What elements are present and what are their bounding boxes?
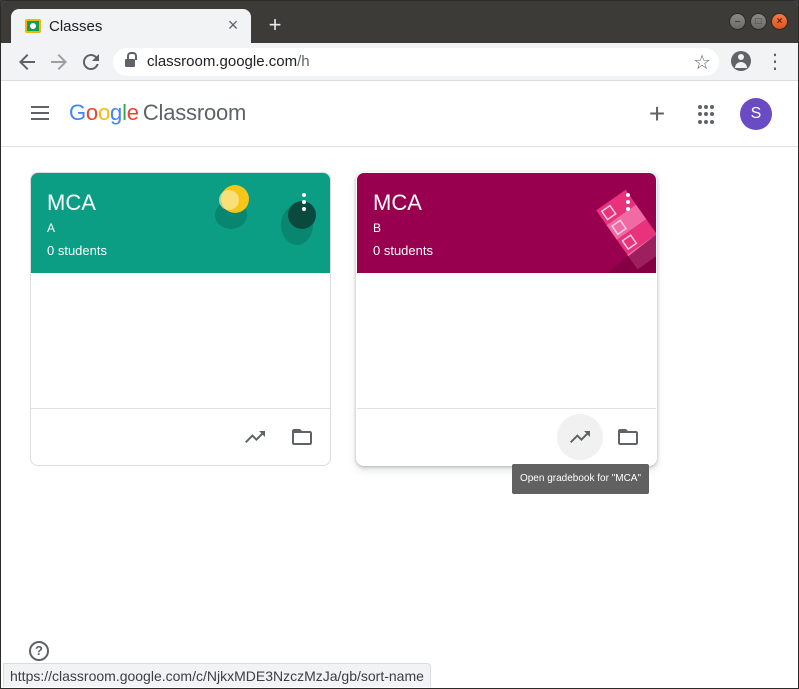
- browser-toolbar: classroom.google.com/h ☆ ⋮: [1, 43, 798, 81]
- minimize-window-button[interactable]: –: [729, 13, 746, 30]
- app-header: Google Classroom + S: [1, 82, 798, 147]
- google-classroom-logo[interactable]: Google Classroom: [69, 100, 246, 126]
- class-card-header[interactable]: MCA A 0 students: [31, 173, 330, 273]
- profile-icon[interactable]: [731, 51, 751, 71]
- gradebook-trend-icon[interactable]: [557, 414, 603, 460]
- class-drive-folder-icon[interactable]: [288, 423, 316, 451]
- account-avatar[interactable]: S: [740, 98, 772, 130]
- browser-menu-icon[interactable]: ⋮: [765, 50, 785, 74]
- url-text: classroom.google.com/h: [147, 53, 310, 70]
- bookmark-star-icon[interactable]: ☆: [693, 50, 711, 75]
- link-status-bar: https://classroom.google.com/c/NjkxMDE3N…: [3, 663, 431, 687]
- student-count: 0 students: [47, 243, 107, 258]
- class-section: A: [47, 221, 56, 235]
- help-icon[interactable]: ?: [29, 641, 49, 661]
- class-options-icon[interactable]: [302, 193, 308, 211]
- url-path: /h: [297, 53, 310, 70]
- close-window-button[interactable]: ×: [771, 13, 788, 30]
- lock-icon[interactable]: [125, 52, 137, 68]
- class-card[interactable]: MCA A 0 students: [30, 172, 331, 466]
- class-options-icon[interactable]: [626, 193, 632, 211]
- class-drive-folder-icon[interactable]: [614, 423, 642, 451]
- url-host: classroom.google.com: [147, 53, 298, 70]
- class-cards-area: MCA A 0 students MCA B 0 students Open g…: [1, 147, 798, 667]
- new-tab-button[interactable]: +: [263, 13, 287, 37]
- tab-title: Classes: [49, 18, 103, 35]
- create-or-join-class-icon[interactable]: +: [643, 100, 671, 128]
- student-count: 0 students: [373, 243, 433, 258]
- class-section: B: [373, 221, 382, 235]
- class-card-header[interactable]: MCA B 0 students: [357, 173, 656, 273]
- google-apps-icon[interactable]: [698, 105, 718, 125]
- class-title[interactable]: MCA: [373, 190, 422, 216]
- reload-icon[interactable]: [79, 50, 103, 74]
- maximize-window-button[interactable]: □: [750, 13, 767, 30]
- hamburger-menu-icon[interactable]: [31, 106, 51, 122]
- class-title[interactable]: MCA: [47, 190, 96, 216]
- class-theme-illustration: [215, 185, 316, 245]
- gradebook-trend-icon[interactable]: [241, 423, 269, 451]
- close-tab-icon[interactable]: ×: [223, 15, 243, 35]
- back-arrow-icon[interactable]: [15, 50, 39, 74]
- tab-strip: Classes × + – □ ×: [1, 1, 798, 43]
- address-bar[interactable]: classroom.google.com/h ☆: [113, 48, 719, 76]
- class-theme-illustration: [596, 189, 656, 273]
- forward-arrow-icon[interactable]: [47, 50, 71, 74]
- classroom-favicon-icon: [25, 19, 41, 33]
- gradebook-tooltip: Open gradebook for "MCA": [512, 464, 649, 494]
- class-card-footer: [357, 408, 656, 465]
- window-controls: – □ ×: [729, 13, 788, 30]
- class-card-footer: [31, 408, 330, 465]
- tab-classes[interactable]: Classes ×: [11, 9, 251, 43]
- browser-window: Classes × + – □ × classroom.google.com/h…: [0, 0, 799, 689]
- class-card[interactable]: MCA B 0 students: [356, 172, 657, 466]
